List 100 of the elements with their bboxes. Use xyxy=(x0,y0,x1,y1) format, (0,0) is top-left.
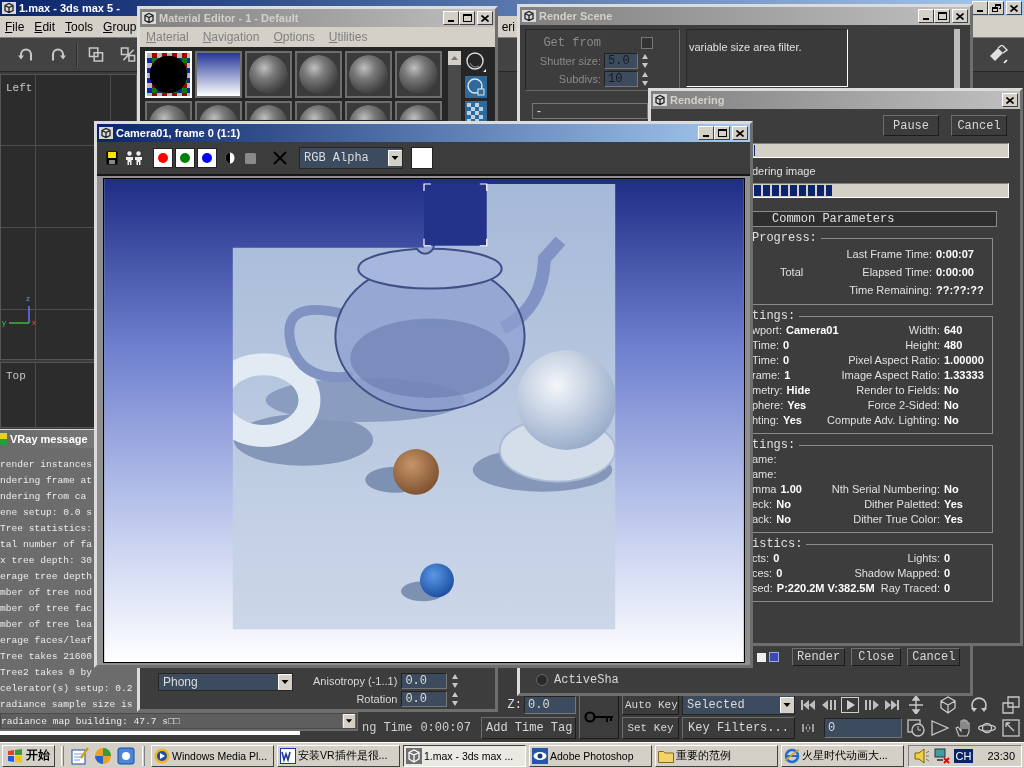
menu-item[interactable]: Tools xyxy=(60,19,99,34)
circle-square-icon[interactable] xyxy=(465,76,487,98)
redo-icon[interactable] xyxy=(50,47,66,62)
ball-icon[interactable] xyxy=(94,746,112,765)
viewport-label[interactable]: Left xyxy=(6,82,33,94)
start-button[interactable]: 开始 xyxy=(2,744,55,767)
step-back-icon[interactable] xyxy=(820,700,837,710)
field-value: 1.33333 xyxy=(944,369,984,381)
close-button[interactable] xyxy=(732,126,748,140)
undo-icon[interactable] xyxy=(18,47,34,62)
field-label: Pixel Aspect Ratio: xyxy=(848,353,940,368)
spinner-arrows-icon[interactable] xyxy=(641,71,649,87)
add-time-tag-button[interactable]: Add Time Tag xyxy=(481,717,576,739)
sphere-outline-icon[interactable] xyxy=(465,51,487,73)
z-field[interactable]: 0.0 xyxy=(524,696,576,714)
restore-button[interactable] xyxy=(988,1,1004,15)
spinner-arrows-icon[interactable] xyxy=(451,673,460,689)
dropdown-arrow-icon[interactable] xyxy=(342,714,356,728)
clock[interactable]: 23:30 xyxy=(987,749,1015,762)
dropdown-arrow-icon[interactable] xyxy=(780,697,794,713)
rotate-icon[interactable] xyxy=(970,696,989,714)
spinner-arrows-icon[interactable] xyxy=(451,691,460,707)
dialog-button[interactable]: Cancel xyxy=(907,648,961,666)
minimize-button[interactable] xyxy=(698,126,714,140)
rollout-bar[interactable]: - xyxy=(532,103,648,119)
key-button[interactable] xyxy=(579,695,619,739)
number-field[interactable]: 0.0 xyxy=(401,673,448,689)
taskbar-button[interactable]: 火星时代动画大... xyxy=(781,744,904,767)
channel-toggle[interactable] xyxy=(197,148,217,168)
taskbar-button[interactable]: 安装VR插件是很... xyxy=(277,744,400,767)
windows-flag-icon xyxy=(7,748,23,763)
minimize-button[interactable] xyxy=(972,1,988,15)
scroll-up-icon[interactable] xyxy=(448,51,461,65)
taskbar-button[interactable]: Windows Media Pl... xyxy=(151,744,274,767)
frame-field[interactable]: 0 xyxy=(824,718,902,738)
cube-icon[interactable] xyxy=(938,696,957,714)
square-icon[interactable] xyxy=(245,152,256,164)
zoom-icon[interactable] xyxy=(907,696,925,714)
channel-toggle[interactable] xyxy=(175,148,195,168)
taskbar-button[interactable]: 重要的范例 xyxy=(655,744,778,767)
linked-squares-icon[interactable] xyxy=(88,47,104,62)
spinner-arrows-icon[interactable] xyxy=(641,53,649,69)
rollout-header[interactable]: Common Parameters xyxy=(752,211,997,227)
menu-item[interactable]: Group xyxy=(98,19,142,34)
parameter-label: Shutter size: xyxy=(538,54,601,69)
menu-item[interactable]: Edit xyxy=(29,19,61,34)
resize-corner-icon[interactable] xyxy=(1002,719,1020,737)
skip-start-icon[interactable] xyxy=(800,700,816,710)
step-forward-icon[interactable] xyxy=(863,700,880,710)
split-squares-icon[interactable] xyxy=(120,47,136,62)
dropdown-arrow-icon[interactable] xyxy=(278,674,292,690)
key-filters-button[interactable]: Key Filters... xyxy=(682,717,795,739)
menu-item[interactable]: eri xyxy=(501,19,515,34)
eraser-icon[interactable] xyxy=(988,44,1008,65)
radio-option[interactable]: ActiveSha xyxy=(536,673,619,687)
save-icon[interactable] xyxy=(106,151,118,165)
material-slot[interactable] xyxy=(195,51,242,98)
dialog-button[interactable]: Close xyxy=(851,648,902,666)
taskbar-button[interactable]: Adobe Photoshop xyxy=(529,744,652,767)
channel-dropdown[interactable]: RGB Alpha xyxy=(299,147,403,169)
small-tile-icon[interactable] xyxy=(769,652,779,662)
play-icon[interactable] xyxy=(841,697,859,713)
checkbox-icon[interactable] xyxy=(757,652,766,662)
dialog-button[interactable]: Render xyxy=(792,648,846,666)
triangle-icon[interactable] xyxy=(930,719,949,737)
notepad-icon[interactable] xyxy=(71,746,89,765)
checker-icon[interactable] xyxy=(465,101,487,123)
color-swatch-icon[interactable] xyxy=(411,147,433,169)
circle-tile-icon[interactable] xyxy=(117,746,135,765)
clock-icon[interactable] xyxy=(907,719,925,737)
contrast-icon[interactable] xyxy=(225,152,235,164)
viewport-label[interactable]: Top xyxy=(6,370,26,382)
channel-toggle[interactable] xyxy=(153,148,173,168)
maximize-button[interactable] xyxy=(714,126,730,140)
scrollbar[interactable] xyxy=(448,51,461,124)
key-step-icon[interactable] xyxy=(802,724,814,732)
monitor-icon[interactable] xyxy=(933,747,950,764)
language-indicator[interactable]: CH xyxy=(953,748,974,763)
field-value: No xyxy=(776,512,791,527)
field-label: mma xyxy=(752,482,777,497)
menu-item[interactable]: File xyxy=(0,19,30,34)
field-label: Render to Fields: xyxy=(856,383,940,398)
close-button[interactable] xyxy=(1006,1,1022,15)
two-figures-icon[interactable] xyxy=(125,151,143,165)
number-field[interactable]: 0.0 xyxy=(401,691,448,707)
set-key-button[interactable]: Set Key xyxy=(622,717,679,739)
dialog-button[interactable]: Cancel xyxy=(951,115,1007,136)
shader-dropdown[interactable]: Phong xyxy=(158,673,293,691)
dropdown-arrow-icon[interactable] xyxy=(388,150,402,166)
group-title: tings: xyxy=(752,309,797,323)
cube-logo-icon xyxy=(522,10,536,22)
group-title: istics: xyxy=(752,537,804,551)
taskbar-button[interactable]: 1.max - 3ds max ... xyxy=(403,744,526,767)
key-mode-dropdown[interactable]: Selected xyxy=(682,695,795,715)
hand-icon[interactable] xyxy=(954,719,973,737)
auto-key-button[interactable]: Auto Key xyxy=(622,695,679,715)
log-line-dropdown[interactable]: radiance map building: 47.7 s□□ xyxy=(0,713,357,729)
dialog-button[interactable]: Pause xyxy=(883,115,939,136)
skip-end-icon[interactable] xyxy=(884,700,900,710)
stacked-boxes-icon[interactable] xyxy=(1001,696,1020,714)
